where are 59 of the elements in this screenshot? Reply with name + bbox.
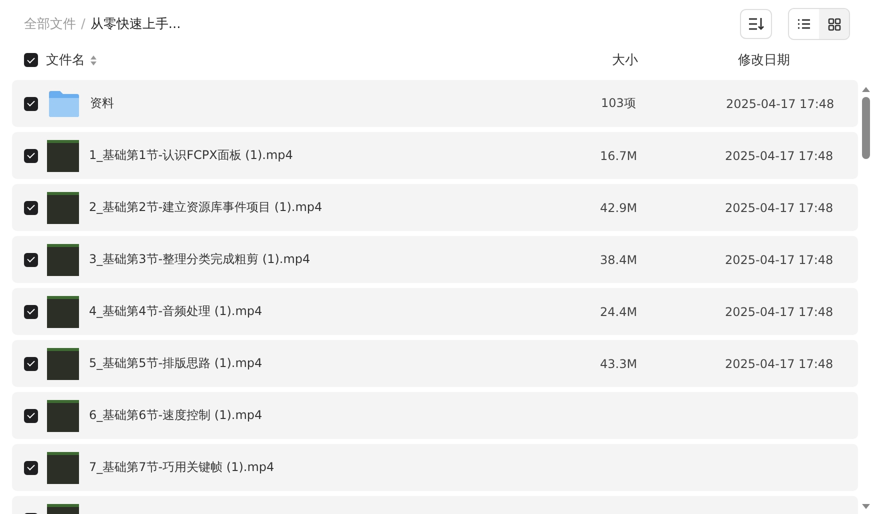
- row-checkbox[interactable]: [24, 252, 38, 266]
- row-checkbox[interactable]: [24, 304, 38, 318]
- file-name[interactable]: 3_基础第3节-整理分类完成粗剪 (1).mp4: [89, 251, 600, 268]
- file-row[interactable]: 资料 103项 2025-04-17 17:48: [12, 80, 858, 127]
- video-thumbnail: [47, 192, 79, 224]
- file-name[interactable]: 1_基础第1节-认识FCPX面板 (1).mp4: [89, 147, 600, 164]
- file-size: 16.7M: [600, 148, 638, 162]
- modified-date: 2025-04-17 17:48: [725, 148, 834, 162]
- column-header[interactable]: 文件名: [46, 51, 85, 69]
- modified-date: 2025-04-17 17:48: [725, 304, 834, 318]
- sort-arrows-icon[interactable]: [90, 54, 97, 66]
- video-thumbnail: [47, 348, 79, 380]
- file-name[interactable]: 4_基础第4节-音频处理 (1).mp4: [89, 303, 600, 320]
- file-row[interactable]: 6_基础第6节-速度控制 (1).mp4: [12, 392, 858, 439]
- sort-button[interactable]: [740, 9, 772, 39]
- file-name[interactable]: 2_基础第2节-建立资源库事件项目 (1).mp4: [89, 199, 600, 216]
- modified-date: 2025-04-17 17:48: [725, 252, 834, 266]
- select-all-checkbox[interactable]: [24, 53, 38, 67]
- file-size: 43.3M: [600, 356, 638, 370]
- file-row[interactable]: 2_基础第2节-建立资源库事件项目 (1).mp4 42.9M 2025-04-17 17:48: [12, 184, 858, 231]
- row-checkbox[interactable]: [24, 460, 38, 474]
- grid-icon: [828, 18, 840, 30]
- video-thumbnail: [47, 400, 79, 432]
- column-header[interactable]: 修改日期: [738, 51, 790, 69]
- scrollbar-thumb[interactable]: [862, 97, 870, 159]
- file-size: 42.9M: [600, 200, 638, 214]
- file-name[interactable]: 6_基础第6节-速度控制 (1).mp4: [89, 407, 600, 424]
- modified-date: 2025-04-17 17:48: [725, 200, 834, 214]
- scroll-up-icon[interactable]: [861, 86, 871, 93]
- file-size: 103项: [601, 95, 637, 112]
- modified-date: 2025-04-17 17:48: [726, 96, 834, 110]
- file-row[interactable]: 4_基础第4节-音频处理 (1).mp4 24.4M 2025-04-17 17:48: [12, 288, 858, 335]
- video-thumbnail: [47, 140, 79, 172]
- file-row[interactable]: 5_基础第5节-排版思路 (1).mp4 43.3M 2025-04-17 17:48: [12, 340, 858, 387]
- list-icon: [797, 18, 811, 30]
- file-name[interactable]: 资料: [90, 95, 601, 112]
- video-thumbnail: [47, 296, 79, 328]
- grid-view-button[interactable]: [819, 9, 849, 39]
- folder-icon: [48, 90, 80, 118]
- file-name[interactable]: 5_基础第5节-排版思路 (1).mp4: [89, 355, 600, 372]
- file-size: 38.4M: [600, 252, 638, 266]
- column-header[interactable]: 大小: [612, 51, 738, 69]
- row-checkbox[interactable]: [24, 356, 38, 370]
- row-checkbox[interactable]: [24, 96, 38, 110]
- video-thumbnail: [47, 244, 79, 276]
- breadcrumb-item[interactable]: 从零快速上手...: [90, 15, 181, 33]
- file-size: 24.4M: [600, 304, 638, 318]
- modified-date: 2025-04-17 17:48: [725, 356, 834, 370]
- file-row[interactable]: 7_基础第7节-巧用关键帧 (1).mp4: [12, 444, 858, 491]
- file-row[interactable]: 3_基础第3节-整理分类完成粗剪 (1).mp4 38.4M 2025-04-17 17:48: [12, 236, 858, 283]
- row-checkbox[interactable]: [24, 148, 38, 162]
- file-row[interactable]: 1_基础第1节-认识FCPX面板 (1).mp4 16.7M 2025-04-17 17:48: [12, 132, 858, 179]
- scroll-down-icon[interactable]: [861, 503, 871, 510]
- file-name[interactable]: 7_基础第7节-巧用关键帧 (1).mp4: [89, 459, 600, 476]
- breadcrumb-separator: /: [81, 16, 86, 32]
- sort-icon: [748, 17, 764, 31]
- row-checkbox[interactable]: [24, 408, 38, 422]
- row-checkbox[interactable]: [24, 200, 38, 214]
- video-thumbnail: [47, 452, 79, 484]
